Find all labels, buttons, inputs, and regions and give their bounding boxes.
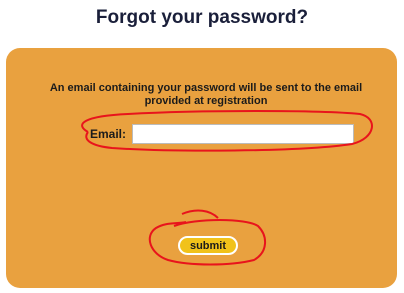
submit-button[interactable]: submit [178,236,238,255]
email-field[interactable] [132,124,354,144]
instruction-message: An email containing your password will b… [49,82,363,107]
email-label: Email: [90,127,127,141]
forgot-password-panel: An email containing your password will b… [6,48,397,288]
page: Forgot your password? An email containin… [0,0,404,293]
page-title: Forgot your password? [95,7,309,28]
